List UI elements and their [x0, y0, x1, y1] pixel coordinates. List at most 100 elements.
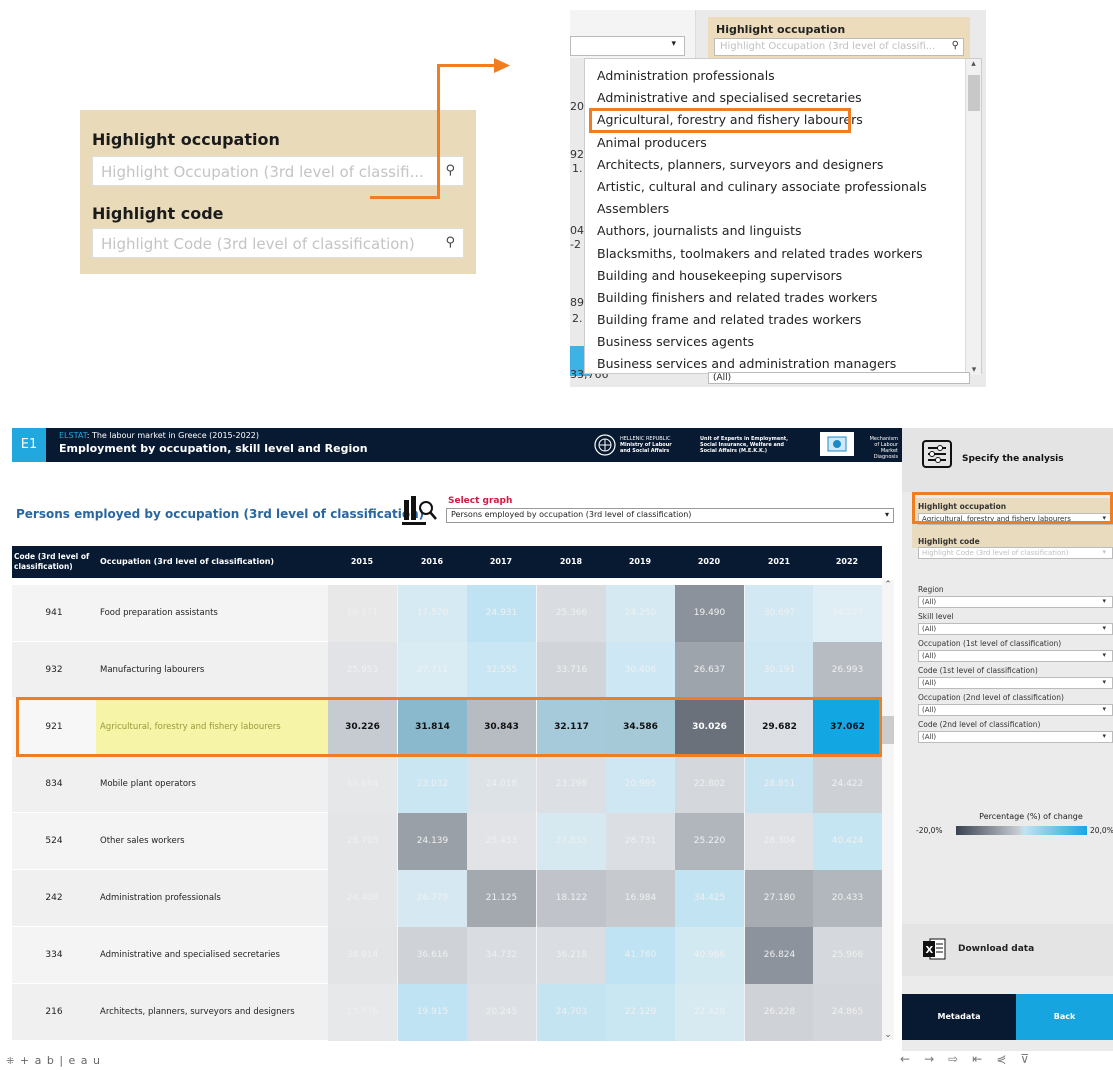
dropdown-option[interactable]: Building frame and related trades worker…	[585, 309, 981, 331]
cell-value[interactable]: 21.125	[467, 870, 536, 927]
cell-value[interactable]: 22.428	[675, 984, 744, 1041]
dropdown-option[interactable]: Architects, planners, surveyors and desi…	[585, 154, 981, 176]
cell-value[interactable]: 26.824	[745, 927, 814, 984]
cell-value[interactable]: 27.835	[537, 813, 606, 870]
cell-value[interactable]: 19.490	[675, 585, 744, 642]
cell-value[interactable]: 17.570	[398, 585, 467, 642]
filter-select[interactable]: (All)	[918, 677, 1113, 689]
select-graph-dropdown[interactable]: Persons employed by occupation (3rd leve…	[446, 508, 894, 523]
cell-value[interactable]: 24.250	[606, 585, 675, 642]
cell-value[interactable]: 28.851	[745, 756, 814, 813]
highlight-occupation-input[interactable]: Highlight Occupation (3rd level of class…	[92, 156, 464, 186]
undo-icon[interactable]: ←	[900, 1052, 924, 1066]
cell-value[interactable]: 24.018	[467, 756, 536, 813]
redo-icon[interactable]: →	[924, 1052, 948, 1066]
download-icon[interactable]: ⊽	[1020, 1052, 1043, 1066]
filter-select[interactable]: (All)	[918, 704, 1113, 716]
cell-value[interactable]: 24.703	[537, 984, 606, 1041]
cell-value[interactable]: 34.227	[813, 585, 882, 642]
share-icon[interactable]: ⋞	[996, 1052, 1020, 1066]
cell-value[interactable]: 41.760	[606, 927, 675, 984]
cell-value[interactable]: 40.424	[813, 813, 882, 870]
filter-select[interactable]: (All)	[918, 623, 1113, 635]
cell-value[interactable]: 24.408	[328, 870, 397, 927]
cell-value[interactable]: 26.228	[745, 984, 814, 1041]
highlight-code-input[interactable]: Highlight Code (3rd level of classificat…	[92, 228, 464, 258]
cell-value[interactable]: 34.425	[675, 870, 744, 927]
highlight-code-input[interactable]: Highlight Code (3rd level of classificat…	[918, 547, 1113, 559]
filter-select[interactable]: (All)	[918, 596, 1113, 608]
cell-value[interactable]: 36.616	[398, 927, 467, 984]
dropdown-option[interactable]: Building finishers and related trades wo…	[585, 287, 981, 309]
metadata-button[interactable]: Metadata	[902, 994, 1016, 1040]
cell-value[interactable]: 25.966	[813, 927, 882, 984]
cell-value[interactable]: 25.433	[467, 813, 536, 870]
scroll-down-icon[interactable]: ⌄	[882, 1030, 894, 1040]
cell-value[interactable]: 23.298	[537, 756, 606, 813]
scroll-up-icon[interactable]: ⌃	[882, 580, 894, 590]
dropdown-option[interactable]: Animal producers	[585, 132, 981, 154]
cell-value[interactable]: 26.779	[398, 870, 467, 927]
cell-occupation[interactable]: Administrative and specialised secretari…	[96, 927, 328, 984]
cell-value[interactable]: 25.220	[675, 813, 744, 870]
cell-value[interactable]: 24.139	[398, 813, 467, 870]
cell-value[interactable]: 16.984	[606, 870, 675, 927]
cell-value[interactable]: 26.993	[813, 642, 882, 699]
reset-icon[interactable]: ⇤	[972, 1052, 996, 1066]
cell-value[interactable]: 22.802	[675, 756, 744, 813]
cell-occupation[interactable]: Manufacturing labourers	[96, 642, 328, 699]
scroll-up-icon[interactable]: ▴	[966, 59, 981, 69]
background-select[interactable]: ▾	[570, 36, 685, 56]
cell-value[interactable]: 36.218	[537, 927, 606, 984]
cell-value[interactable]: 30.697	[745, 585, 814, 642]
scroll-thumb[interactable]	[882, 716, 894, 744]
cell-value[interactable]: 19.915	[398, 984, 467, 1041]
scroll-thumb[interactable]	[968, 75, 980, 111]
back-button[interactable]: Back	[1016, 994, 1113, 1040]
cell-value[interactable]: 38.914	[328, 927, 397, 984]
dropdown-option[interactable]: Building and housekeeping supervisors	[585, 265, 981, 287]
cell-occupation[interactable]: Architects, planners, surveyors and desi…	[96, 984, 328, 1041]
cell-value[interactable]: 25.953	[328, 642, 397, 699]
cell-value[interactable]: 15.776	[328, 984, 397, 1041]
dropdown-option[interactable]: Artistic, cultural and culinary associat…	[585, 176, 981, 198]
filter-select[interactable]: (All)	[918, 731, 1113, 743]
cell-value[interactable]: 33.716	[537, 642, 606, 699]
table-scrollbar[interactable]: ⌃ ⌄	[882, 580, 894, 1040]
cell-value[interactable]: 25.366	[537, 585, 606, 642]
cell-occupation[interactable]: Mobile plant operators	[96, 756, 328, 813]
dropdown-option[interactable]: Administration professionals	[585, 65, 981, 87]
cell-value[interactable]: 40.966	[675, 927, 744, 984]
cell-value[interactable]: 28.304	[745, 813, 814, 870]
cell-value[interactable]: 24.865	[813, 984, 882, 1041]
cell-value[interactable]: 18.684	[328, 756, 397, 813]
download-data-button[interactable]: X Download data	[902, 924, 1113, 976]
dropdown-option[interactable]: Authors, journalists and linguists	[585, 220, 981, 242]
cell-occupation[interactable]: Food preparation assistants	[96, 585, 328, 642]
cell-occupation[interactable]: Administration professionals	[96, 870, 328, 927]
cell-value[interactable]: 20.433	[813, 870, 882, 927]
dropdown-option[interactable]: Agricultural, forestry and fishery labou…	[589, 108, 863, 133]
revert-icon[interactable]: ⇨	[948, 1052, 972, 1066]
cell-value[interactable]: 27.711	[398, 642, 467, 699]
cell-value[interactable]: 18.122	[537, 870, 606, 927]
highlight-occupation-input[interactable]: Highlight Occupation (3rd level of class…	[714, 38, 964, 56]
cell-value[interactable]: 24.422	[813, 756, 882, 813]
dropdown-option[interactable]: Assemblers	[585, 198, 981, 220]
cell-value[interactable]: 20.995	[606, 756, 675, 813]
cell-value[interactable]: 23.032	[398, 756, 467, 813]
dropdown-option[interactable]: Administrative and specialised secretari…	[585, 87, 981, 109]
cell-value[interactable]: 28.731	[606, 813, 675, 870]
cell-value[interactable]: 24.931	[467, 585, 536, 642]
cell-value[interactable]: 22.129	[606, 984, 675, 1041]
cell-value[interactable]: 16.171	[328, 585, 397, 642]
cell-value[interactable]: 20.245	[467, 984, 536, 1041]
dropdown-option[interactable]: Blacksmiths, toolmakers and related trad…	[585, 243, 981, 265]
dropdown-option[interactable]: Business services agents	[585, 331, 981, 353]
region-select[interactable]: (All)	[708, 372, 970, 384]
cell-value[interactable]: 28.705	[328, 813, 397, 870]
cell-value[interactable]: 30.191	[745, 642, 814, 699]
cell-occupation[interactable]: Other sales workers	[96, 813, 328, 870]
cell-value[interactable]: 30.406	[606, 642, 675, 699]
filter-select[interactable]: (All)	[918, 650, 1113, 662]
